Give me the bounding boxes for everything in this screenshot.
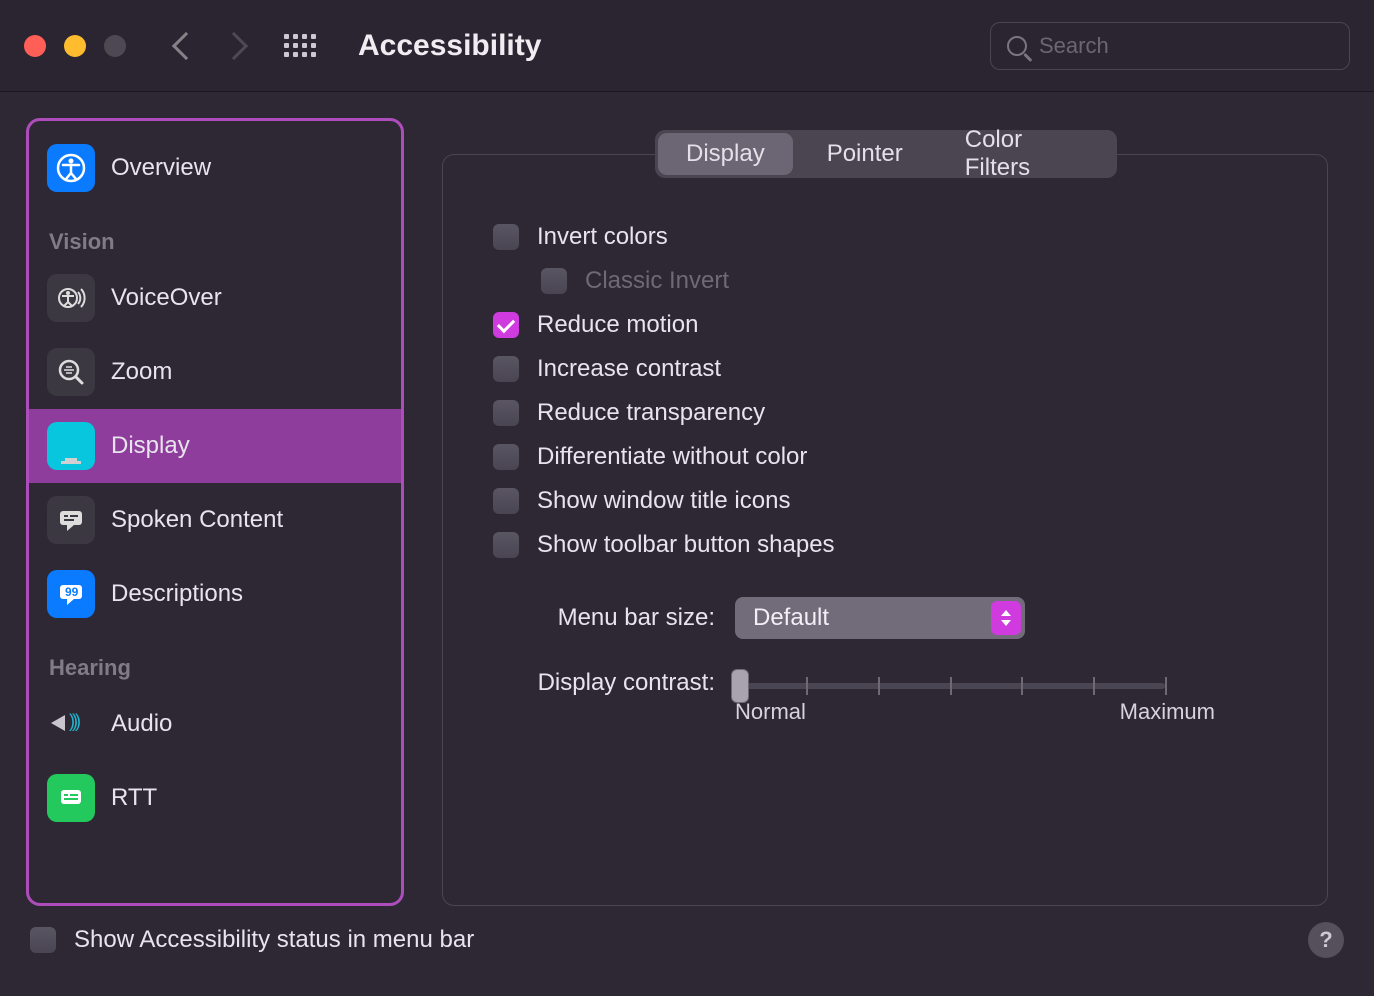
- sidebar-item-label: Audio: [111, 710, 172, 738]
- tab-pointer[interactable]: Pointer: [799, 133, 931, 175]
- search-icon: [1007, 36, 1027, 56]
- display-icon: [47, 422, 95, 470]
- checkbox-row-classic-invert: Classic Invert: [493, 259, 1277, 303]
- checkbox-row-window-title-icons[interactable]: Show window title icons: [493, 479, 1277, 523]
- checkbox-row-reduce-transparency[interactable]: Reduce transparency: [493, 391, 1277, 435]
- checkbox[interactable]: [493, 400, 519, 426]
- sidebar-item-label: VoiceOver: [111, 284, 222, 312]
- zoom-icon: [47, 348, 95, 396]
- sidebar-group-vision: Vision: [29, 205, 401, 261]
- footer-checkbox-label: Show Accessibility status in menu bar: [74, 926, 474, 954]
- checkbox[interactable]: [493, 356, 519, 382]
- slider-max-label: Maximum: [1120, 699, 1215, 725]
- show-all-prefs-button[interactable]: [284, 29, 318, 63]
- checkbox: [541, 268, 567, 294]
- back-button[interactable]: [172, 31, 200, 59]
- display-contrast-row: Display contrast: Normal: [493, 669, 1277, 725]
- traffic-lights: [24, 35, 126, 57]
- checkbox-row-invert-colors[interactable]: Invert colors: [493, 215, 1277, 259]
- rtt-icon: [47, 774, 95, 822]
- tab-color-filters[interactable]: Color Filters: [937, 133, 1114, 175]
- checkbox-label: Differentiate without color: [537, 443, 807, 471]
- menu-bar-size-label: Menu bar size:: [493, 604, 715, 632]
- select-value: Default: [753, 604, 829, 632]
- display-contrast-slider[interactable]: [735, 673, 1165, 699]
- checkbox-row-differentiate-color[interactable]: Differentiate without color: [493, 435, 1277, 479]
- sidebar: Overview Vision VoiceOver Zoom Display: [26, 118, 404, 906]
- checkbox-label: Show toolbar button shapes: [537, 531, 835, 559]
- titlebar: Accessibility: [0, 0, 1374, 92]
- descriptions-icon: 99: [47, 570, 95, 618]
- sidebar-item-label: Descriptions: [111, 580, 243, 608]
- checkbox-row-reduce-motion[interactable]: Reduce motion: [493, 303, 1277, 347]
- zoom-window-button[interactable]: [104, 35, 126, 57]
- footer: Show Accessibility status in menu bar ?: [0, 906, 1374, 974]
- minimize-window-button[interactable]: [64, 35, 86, 57]
- sidebar-item-label: Spoken Content: [111, 506, 283, 534]
- menu-bar-size-row: Menu bar size: Default: [493, 597, 1277, 639]
- help-button[interactable]: ?: [1308, 922, 1344, 958]
- checkbox[interactable]: [493, 444, 519, 470]
- display-settings-panel: Invert colors Classic Invert Reduce moti…: [442, 154, 1328, 906]
- sidebar-item-overview[interactable]: Overview: [29, 131, 401, 205]
- checkbox-label: Invert colors: [537, 223, 668, 251]
- select-stepper-icon: [991, 601, 1021, 635]
- audio-icon: [47, 700, 95, 748]
- checkbox[interactable]: [493, 312, 519, 338]
- menu-bar-size-select[interactable]: Default: [735, 597, 1025, 639]
- sidebar-item-voiceover[interactable]: VoiceOver: [29, 261, 401, 335]
- search-input[interactable]: [1039, 33, 1333, 59]
- close-window-button[interactable]: [24, 35, 46, 57]
- spoken-content-icon: [47, 496, 95, 544]
- checkbox[interactable]: [493, 224, 519, 250]
- sidebar-item-descriptions[interactable]: 99 Descriptions: [29, 557, 401, 631]
- main-panel: Display Pointer Color Filters Invert col…: [424, 118, 1348, 906]
- checkbox-label: Classic Invert: [585, 267, 729, 295]
- sidebar-item-spoken-content[interactable]: Spoken Content: [29, 483, 401, 557]
- accessibility-icon: [47, 144, 95, 192]
- sidebar-item-rtt[interactable]: RTT: [29, 761, 401, 835]
- sidebar-item-display[interactable]: Display: [29, 409, 401, 483]
- checkbox-label: Reduce transparency: [537, 399, 765, 427]
- search-field[interactable]: [990, 22, 1350, 70]
- voiceover-icon: [47, 274, 95, 322]
- tab-display[interactable]: Display: [658, 133, 793, 175]
- window-title: Accessibility: [358, 29, 990, 63]
- checkbox[interactable]: [493, 488, 519, 514]
- checkbox-status-menubar[interactable]: [30, 927, 56, 953]
- checkbox-label: Show window title icons: [537, 487, 790, 515]
- sidebar-item-label: Display: [111, 432, 190, 460]
- svg-text:99: 99: [65, 585, 79, 599]
- checkbox[interactable]: [493, 532, 519, 558]
- sidebar-item-zoom[interactable]: Zoom: [29, 335, 401, 409]
- forward-button: [220, 31, 248, 59]
- sidebar-item-label: Overview: [111, 154, 211, 182]
- checkbox-row-increase-contrast[interactable]: Increase contrast: [493, 347, 1277, 391]
- sidebar-item-label: Zoom: [111, 358, 172, 386]
- sidebar-item-label: RTT: [111, 784, 157, 812]
- checkbox-row-toolbar-shapes[interactable]: Show toolbar button shapes: [493, 523, 1277, 567]
- display-contrast-label: Display contrast:: [493, 669, 715, 697]
- sidebar-group-hearing: Hearing: [29, 631, 401, 687]
- slider-min-label: Normal: [735, 699, 806, 725]
- slider-knob[interactable]: [731, 669, 749, 703]
- tab-bar: Display Pointer Color Filters: [655, 130, 1117, 178]
- sidebar-item-audio[interactable]: Audio: [29, 687, 401, 761]
- nav-buttons: [176, 36, 244, 56]
- checkbox-label: Increase contrast: [537, 355, 721, 383]
- checkbox-label: Reduce motion: [537, 311, 698, 339]
